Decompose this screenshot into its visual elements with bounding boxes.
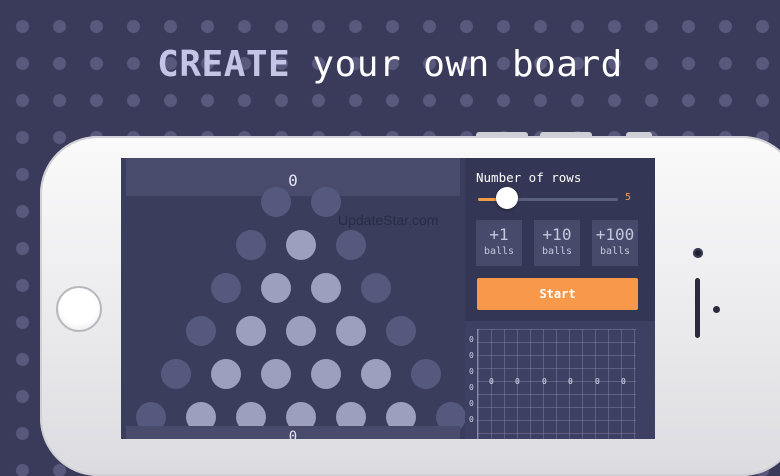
peg <box>211 359 241 389</box>
galton-board: 0 UpdateStar.com 0 <box>121 158 466 439</box>
add-100-unit: balls <box>599 246 631 257</box>
add-10-balls-button[interactable]: +10 balls <box>534 220 580 266</box>
peg-inactive <box>211 273 241 303</box>
histogram-bin-value: 0 <box>595 377 600 386</box>
peg-inactive <box>311 187 341 217</box>
histogram-y-tick: 0 <box>469 367 474 376</box>
peg-inactive <box>186 316 216 346</box>
rows-slider-handle[interactable] <box>496 187 519 209</box>
add-10-amount: +10 <box>542 225 572 244</box>
histogram-y-tick: 0 <box>469 383 474 392</box>
add-1-amount: +1 <box>489 225 509 244</box>
histogram-y-tick: 0 <box>469 415 474 424</box>
histogram-bin-value: 0 <box>621 377 626 386</box>
peg-inactive <box>386 316 416 346</box>
headline-emphasis: CREATE <box>157 44 291 85</box>
histogram-bin-value: 0 <box>489 377 494 386</box>
peg <box>261 359 291 389</box>
headline: CREATE your own board <box>0 44 780 85</box>
add-1-ball-button[interactable]: +1 balls <box>476 220 522 266</box>
histogram-y-tick: 0 <box>469 399 474 408</box>
add-10-unit: balls <box>541 246 573 257</box>
histogram-y-tick: 0 <box>469 335 474 344</box>
earpiece-speaker <box>695 278 700 338</box>
distribution-histogram: 0 0 0 0 0 0 0 0 0 0 0 0 <box>465 321 655 439</box>
peg <box>336 316 366 346</box>
peg <box>286 316 316 346</box>
add-1-unit: balls <box>483 246 515 257</box>
peg <box>236 316 266 346</box>
proximity-sensor <box>713 306 720 313</box>
histogram-bin-value: 0 <box>568 377 573 386</box>
peg-inactive <box>236 230 266 260</box>
rows-value: 5 <box>625 192 632 203</box>
histogram-bin-value: 0 <box>515 377 520 386</box>
start-button[interactable]: Start <box>477 278 638 310</box>
peg-inactive <box>161 359 191 389</box>
peg <box>361 359 391 389</box>
peg <box>311 273 341 303</box>
headline-rest: your own board <box>290 44 623 85</box>
rows-label: Number of rows <box>476 170 582 185</box>
histogram-bin-value: 0 <box>542 377 547 386</box>
add-100-amount: +100 <box>595 225 635 244</box>
bottom-ball-counter: 0 <box>126 426 460 439</box>
app-screen: 0 UpdateStar.com 0 Number of rows 5 +1 b… <box>121 158 655 439</box>
watermark-text: UpdateStar.com <box>338 212 439 228</box>
peg <box>311 359 341 389</box>
add-100-balls-button[interactable]: +100 balls <box>592 220 638 266</box>
top-ball-counter: 0 <box>126 158 460 196</box>
histogram-grid <box>477 329 636 439</box>
peg <box>286 230 316 260</box>
home-button <box>56 286 102 332</box>
front-camera <box>693 248 703 258</box>
peg-inactive <box>336 230 366 260</box>
peg-inactive <box>261 187 291 217</box>
control-panel: Number of rows 5 +1 balls +10 balls +100… <box>465 158 655 439</box>
peg <box>261 273 291 303</box>
histogram-y-tick: 0 <box>469 351 474 360</box>
peg-inactive <box>361 273 391 303</box>
peg-inactive <box>411 359 441 389</box>
